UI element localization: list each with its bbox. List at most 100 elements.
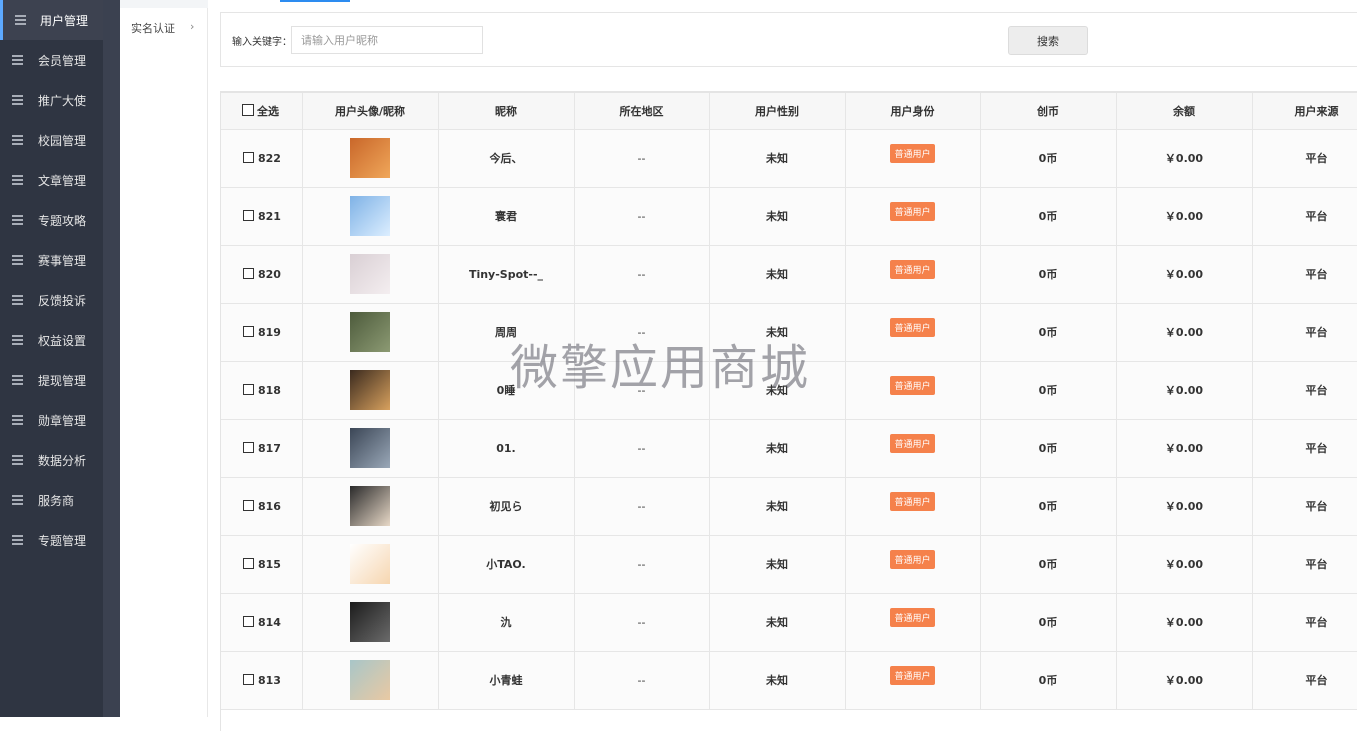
row-id: 813 bbox=[258, 673, 281, 687]
identity-cell: 普通用户 bbox=[845, 419, 981, 478]
avatar-cell bbox=[302, 535, 439, 594]
menu-icon bbox=[12, 255, 23, 265]
row-checkbox[interactable] bbox=[243, 557, 254, 569]
avatar[interactable] bbox=[350, 660, 390, 700]
header-nickname: 昵称 bbox=[438, 93, 575, 130]
sidebar-item[interactable]: 校园管理 bbox=[0, 120, 103, 160]
table-row: 820 Tiny-Spot--_ -- 未知 普通用户 0币 ￥0.00 平台 bbox=[221, 245, 1357, 304]
avatar[interactable] bbox=[350, 254, 390, 294]
sidebar-item[interactable]: 提现管理 bbox=[0, 360, 103, 400]
sidebar-item-label: 提现管理 bbox=[38, 373, 87, 388]
avatar[interactable] bbox=[350, 486, 390, 526]
row-checkbox[interactable] bbox=[243, 383, 254, 395]
status-badge: 普通用户 bbox=[890, 375, 935, 395]
row-checkbox[interactable] bbox=[243, 209, 254, 221]
sidebar-item[interactable]: 专题攻略 bbox=[0, 200, 103, 240]
identity-cell: 普通用户 bbox=[845, 477, 981, 536]
nickname-cell: 小青蛙 bbox=[438, 651, 575, 710]
table-row: 814 氿 -- 未知 普通用户 0币 ￥0.00 平台 bbox=[221, 593, 1357, 652]
sidebar-item[interactable]: 数据分析 bbox=[0, 440, 103, 480]
nickname-cell: 01. bbox=[438, 419, 575, 478]
row-checkbox[interactable] bbox=[243, 441, 254, 453]
source-cell: 平台 bbox=[1252, 477, 1357, 536]
sidebar-item[interactable]: 服务商 bbox=[0, 480, 103, 520]
avatar[interactable] bbox=[350, 370, 390, 410]
source-cell: 平台 bbox=[1252, 245, 1357, 304]
row-checkbox[interactable] bbox=[243, 151, 254, 163]
table-row: 815 小TAO. -- 未知 普通用户 0币 ￥0.00 平台 bbox=[221, 535, 1357, 594]
gender-cell: 未知 bbox=[709, 187, 846, 246]
search-label: 输入关键字： bbox=[232, 37, 292, 48]
balance-cell: ￥0.00 bbox=[1116, 593, 1253, 652]
sidebar-item[interactable]: 反馈投诉 bbox=[0, 280, 103, 320]
avatar-cell bbox=[302, 361, 439, 420]
identity-cell: 普通用户 bbox=[845, 651, 981, 710]
search-input[interactable]: 请输入用户昵称 bbox=[291, 26, 483, 54]
table-row: 822 今后、 -- 未知 普通用户 0币 ￥0.00 平台 bbox=[221, 129, 1357, 188]
sidebar-item-label: 勋章管理 bbox=[38, 413, 87, 428]
table-header-row: 全选 用户头像/昵称 昵称 所在地区 用户性别 用户身份 创币 余额 用户来源 bbox=[221, 93, 1357, 130]
menu-icon bbox=[12, 55, 23, 65]
row-id-cell: 815 bbox=[221, 535, 303, 594]
source-cell: 平台 bbox=[1252, 593, 1357, 652]
menu-icon bbox=[12, 295, 23, 305]
table-row: 818 0睡 -- 未知 普通用户 0币 ￥0.00 平台 bbox=[221, 361, 1357, 420]
avatar[interactable] bbox=[350, 428, 390, 468]
chevron-right-icon[interactable]: › bbox=[190, 20, 194, 33]
sidebar-item[interactable]: 勋章管理 bbox=[0, 400, 103, 440]
sidebar-item[interactable]: 用户管理 bbox=[0, 0, 103, 40]
menu-icon bbox=[12, 535, 23, 545]
search-panel: 输入关键字： 请输入用户昵称 搜索 bbox=[220, 12, 1357, 67]
avatar[interactable] bbox=[350, 196, 390, 236]
row-id-cell: 821 bbox=[221, 187, 303, 246]
region-cell: -- bbox=[574, 477, 710, 536]
menu-icon bbox=[12, 415, 23, 425]
sidebar-item[interactable]: 赛事管理 bbox=[0, 240, 103, 280]
gender-cell: 未知 bbox=[709, 535, 846, 594]
sidebar-item[interactable]: 专题管理 bbox=[0, 520, 103, 560]
row-checkbox[interactable] bbox=[243, 615, 254, 627]
coin-cell: 0币 bbox=[980, 593, 1117, 652]
row-checkbox[interactable] bbox=[243, 673, 254, 685]
balance-cell: ￥0.00 bbox=[1116, 129, 1253, 188]
row-id: 819 bbox=[258, 325, 281, 339]
row-id-cell: 820 bbox=[221, 245, 303, 304]
row-id: 815 bbox=[258, 557, 281, 571]
identity-cell: 普通用户 bbox=[845, 535, 981, 594]
avatar[interactable] bbox=[350, 602, 390, 642]
sidebar-item-label: 服务商 bbox=[38, 493, 75, 508]
avatar[interactable] bbox=[350, 138, 390, 178]
status-badge: 普通用户 bbox=[890, 317, 935, 337]
gender-cell: 未知 bbox=[709, 129, 846, 188]
status-badge: 普通用户 bbox=[890, 259, 935, 279]
row-checkbox[interactable] bbox=[243, 325, 254, 337]
avatar[interactable] bbox=[350, 312, 390, 352]
source-cell: 平台 bbox=[1252, 303, 1357, 362]
row-checkbox[interactable] bbox=[243, 499, 254, 511]
nickname-cell: 周周 bbox=[438, 303, 575, 362]
sidebar-item[interactable]: 推广大使 bbox=[0, 80, 103, 120]
avatar-cell bbox=[302, 593, 439, 652]
subnav-item-real-name-auth[interactable]: 实名认证 bbox=[131, 20, 175, 36]
sidebar-item[interactable]: 会员管理 bbox=[0, 40, 103, 80]
user-table-wrapper: 全选 用户头像/昵称 昵称 所在地区 用户性别 用户身份 创币 余额 用户来源 … bbox=[220, 91, 1357, 731]
row-id: 816 bbox=[258, 499, 281, 513]
sidebar-item[interactable]: 权益设置 bbox=[0, 320, 103, 360]
row-checkbox[interactable] bbox=[243, 267, 254, 279]
menu-icon bbox=[12, 215, 23, 225]
identity-cell: 普通用户 bbox=[845, 245, 981, 304]
search-button[interactable]: 搜索 bbox=[1008, 26, 1088, 55]
table-body: 822 今后、 -- 未知 普通用户 0币 ￥0.00 平台 821 寰君 -- 未知 普通用户 0币 ￥0… bbox=[221, 129, 1357, 710]
menu-icon bbox=[12, 335, 23, 345]
sidebar-item-label: 赛事管理 bbox=[38, 253, 87, 268]
avatar-cell bbox=[302, 187, 439, 246]
sidebar-item-label: 反馈投诉 bbox=[38, 293, 87, 308]
nickname-cell: 初见ら bbox=[438, 477, 575, 536]
sidebar-item[interactable]: 文章管理 bbox=[0, 160, 103, 200]
region-cell: -- bbox=[574, 651, 710, 710]
avatar[interactable] bbox=[350, 544, 390, 584]
sidebar-item-label: 数据分析 bbox=[38, 453, 87, 468]
balance-cell: ￥0.00 bbox=[1116, 651, 1253, 710]
row-id-cell: 819 bbox=[221, 303, 303, 362]
select-all-checkbox[interactable] bbox=[242, 103, 254, 116]
